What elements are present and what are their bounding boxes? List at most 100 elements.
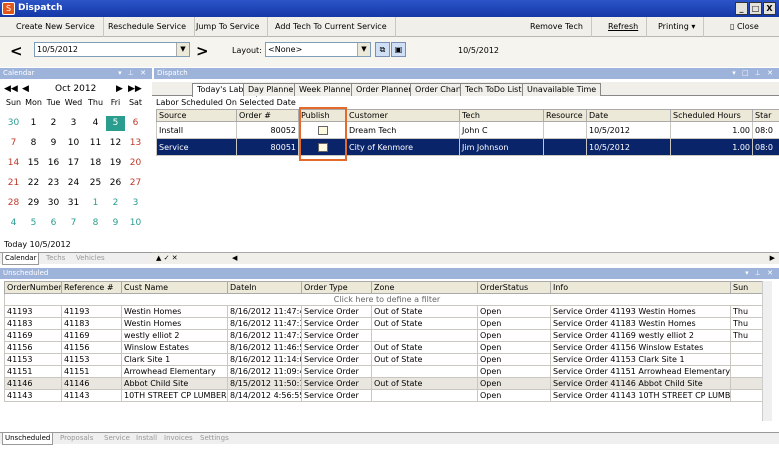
- table-row[interactable]: 41156 41156 Winslow Estates 8/16/2012 11:46…: [4, 341, 770, 354]
- calendar-day[interactable]: 18: [86, 156, 105, 171]
- add-tech-button[interactable]: Add Tech To Current Service: [267, 17, 396, 37]
- calendar-day[interactable]: 9: [44, 136, 63, 151]
- next-month-icon[interactable]: ▶▶: [128, 84, 142, 94]
- tab-unavailable-time[interactable]: Unavailable Time: [522, 83, 602, 96]
- col-order[interactable]: Order #: [236, 109, 299, 122]
- col-header[interactable]: OrderStatus: [477, 281, 551, 294]
- calendar-day[interactable]: 8: [86, 216, 105, 231]
- col-header[interactable]: Info: [550, 281, 731, 294]
- calendar-day[interactable]: 31: [64, 196, 83, 211]
- filter-row[interactable]: Click here to define a filter: [4, 293, 770, 306]
- calendar-day[interactable]: 25: [86, 176, 105, 191]
- previous-day-icon[interactable]: <: [10, 43, 23, 59]
- col-customer[interactable]: Customer: [346, 109, 460, 122]
- table-row-selected[interactable]: Service 80051 City of Kenmore Jim Johnso…: [156, 138, 779, 156]
- tab-order-planner[interactable]: Order Planner: [351, 83, 417, 96]
- tab-techs[interactable]: Techs: [44, 253, 67, 265]
- tab-install[interactable]: Install: [134, 433, 159, 445]
- reschedule-service-button[interactable]: Reschedule Service: [100, 17, 196, 37]
- panel-controls-icon[interactable]: ▾ □ ⊥ ✕: [732, 68, 775, 79]
- layout-select[interactable]: <None> ▼: [265, 42, 371, 57]
- tab-settings[interactable]: Settings: [198, 433, 231, 445]
- tab-invoices[interactable]: Invoices: [162, 433, 195, 445]
- calendar-day[interactable]: 15: [24, 156, 43, 171]
- calendar-day[interactable]: 24: [64, 176, 83, 191]
- remove-tech-button[interactable]: Remove Tech: [522, 17, 592, 37]
- minimize-icon[interactable]: _: [735, 2, 748, 15]
- calendar-day[interactable]: 4: [86, 116, 105, 131]
- calendar-day[interactable]: 16: [44, 156, 63, 171]
- calendar-day[interactable]: 8: [24, 136, 43, 151]
- tab-unscheduled[interactable]: Unscheduled: [2, 433, 54, 445]
- create-service-button[interactable]: Create New Service: [8, 17, 104, 37]
- tab-day-planner[interactable]: Day Planner: [243, 83, 302, 96]
- scroll-left-icon[interactable]: ◀: [232, 254, 237, 262]
- calendar-day[interactable]: 11: [86, 136, 105, 151]
- col-header[interactable]: Zone: [371, 281, 478, 294]
- calendar-day[interactable]: 17: [64, 156, 83, 171]
- table-row[interactable]: 4115341153Clark Site 18/16/2012 11:14:02…: [4, 353, 770, 366]
- calendar-day[interactable]: 2: [106, 196, 125, 211]
- chevron-down-icon[interactable]: ▼: [357, 43, 370, 56]
- unscheduled-scrollbar[interactable]: [762, 281, 772, 421]
- calendar-day[interactable]: 1: [86, 196, 105, 211]
- table-row[interactable]: 411434114310TH STREET CP LUMBER CT8/14/2…: [4, 389, 770, 402]
- next-week-icon[interactable]: ▶: [116, 84, 123, 94]
- panel-controls-icon[interactable]: ▾ ⊥ ✕: [118, 68, 148, 79]
- next-day-icon[interactable]: >: [196, 43, 209, 59]
- scroll-right-icon[interactable]: ▶: [770, 254, 775, 262]
- close-button[interactable]: ▯ Close: [722, 17, 767, 37]
- previous-week-icon[interactable]: ◀: [22, 84, 29, 94]
- calendar-day[interactable]: 23: [44, 176, 63, 191]
- tab-tech-todo-list[interactable]: Tech ToDo List: [460, 83, 527, 96]
- layout-copy-icon[interactable]: ⧉: [375, 42, 390, 57]
- date-picker[interactable]: 10/5/2012 ▼: [34, 42, 190, 57]
- calendar-day[interactable]: 6: [126, 116, 145, 131]
- calendar-day[interactable]: 3: [64, 116, 83, 131]
- previous-month-icon[interactable]: ◀◀: [4, 84, 18, 94]
- tab-order-chart[interactable]: Order Chart: [410, 83, 468, 96]
- table-row[interactable]: 4118341183Westin Homes8/16/2012 11:47:38…: [4, 317, 770, 330]
- calendar-day[interactable]: 7: [4, 136, 23, 151]
- jump-to-service-button[interactable]: Jump To Service: [188, 17, 269, 37]
- printing-menu-button[interactable]: Printing ▾: [650, 17, 705, 37]
- calendar-day[interactable]: 9: [106, 216, 125, 231]
- calendar-day[interactable]: 1: [24, 116, 43, 131]
- calendar-day[interactable]: 3: [126, 196, 145, 211]
- col-header[interactable]: OrderNumber: [4, 281, 62, 294]
- table-row[interactable]: 4119341193Westin Homes8/16/2012 11:47:49…: [4, 305, 770, 318]
- col-source[interactable]: Source: [156, 109, 237, 122]
- calendar-day[interactable]: 21: [4, 176, 23, 191]
- calendar-day[interactable]: 30: [44, 196, 63, 211]
- col-header[interactable]: Order Type: [301, 281, 372, 294]
- col-header[interactable]: Reference #: [61, 281, 122, 294]
- record-nav-icons[interactable]: ▲ ✓ ✕: [156, 254, 178, 262]
- tab-week-planner[interactable]: Week Planner: [294, 83, 359, 96]
- calendar-day[interactable]: 6: [44, 216, 63, 231]
- col-header[interactable]: DateIn: [227, 281, 302, 294]
- close-window-icon[interactable]: X: [763, 2, 776, 15]
- calendar-day[interactable]: 10: [126, 216, 145, 231]
- tab-vehicles[interactable]: Vehicles: [74, 253, 107, 265]
- calendar-day[interactable]: 22: [24, 176, 43, 191]
- col-header[interactable]: Cust Name: [121, 281, 228, 294]
- chevron-down-icon[interactable]: ▼: [176, 43, 189, 56]
- tab-proposals[interactable]: Proposals: [58, 433, 95, 445]
- calendar-day[interactable]: 20: [126, 156, 145, 171]
- calendar-day[interactable]: 29: [24, 196, 43, 211]
- maximize-icon[interactable]: □: [749, 2, 762, 15]
- filter-prompt[interactable]: Click here to define a filter: [4, 293, 770, 306]
- col-date[interactable]: Date: [586, 109, 671, 122]
- calendar-day[interactable]: 19: [106, 156, 125, 171]
- col-scheduled-hours[interactable]: Scheduled Hours: [670, 109, 753, 122]
- calendar-day-selected[interactable]: 5: [106, 116, 125, 131]
- table-row[interactable]: 41146 41146 Abbot Child Site 8/15/2012 11:5…: [4, 377, 770, 390]
- calendar-day[interactable]: 12: [106, 136, 125, 151]
- calendar-day[interactable]: 2: [44, 116, 63, 131]
- calendar-day[interactable]: 26: [106, 176, 125, 191]
- refresh-button[interactable]: Refresh: [600, 17, 648, 37]
- calendar-day[interactable]: 5: [24, 216, 43, 231]
- calendar-day[interactable]: 27: [126, 176, 145, 191]
- table-row[interactable]: 41151 41151 Arrowhead Elementary 8/16/2012 …: [4, 365, 770, 378]
- tab-service[interactable]: Service: [102, 433, 132, 445]
